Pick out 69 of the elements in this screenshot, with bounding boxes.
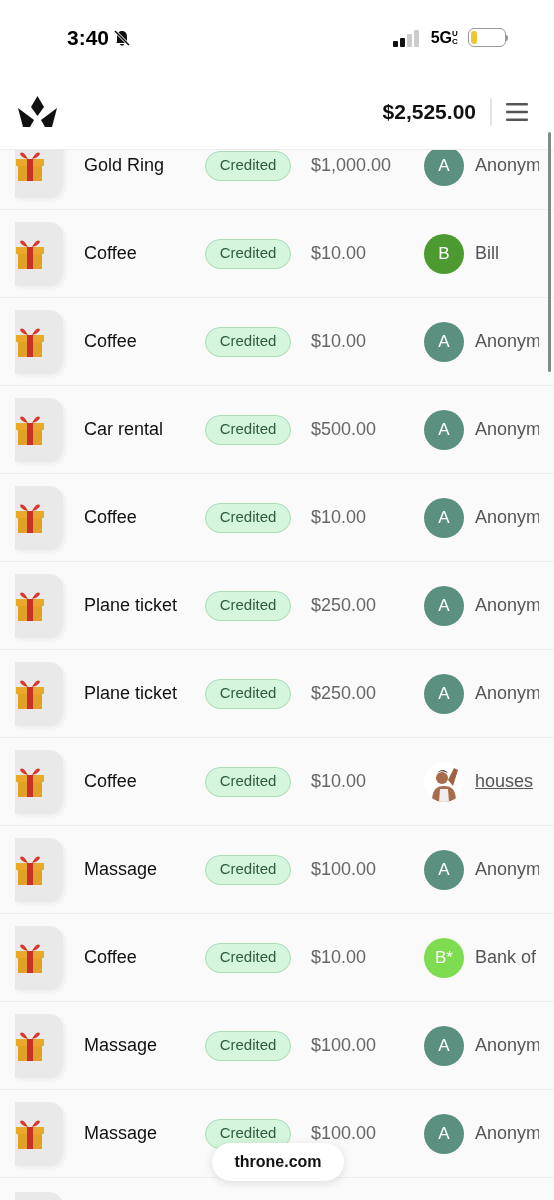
sender-name: Anonym — [475, 683, 539, 703]
status-badge: Credited — [205, 238, 291, 269]
amount: $10.00 — [311, 330, 368, 353]
status-badge: Credited — [205, 414, 291, 445]
status-badge: Credited — [205, 1030, 291, 1061]
item-name: Gold Ring — [84, 154, 166, 177]
amount: $10.00 — [311, 242, 368, 265]
sender-avatar: B* — [424, 937, 464, 978]
amount: $10.00 — [311, 770, 368, 793]
item-name: Coffee — [84, 770, 138, 793]
sender-name: Bank of — [475, 947, 537, 967]
sender-name: Anonym — [475, 155, 539, 175]
sender-name: Anonym — [475, 331, 539, 351]
crown-logo — [18, 96, 57, 128]
balance: $2,525.00 — [382, 99, 476, 126]
sender-avatar: B — [424, 233, 464, 274]
item-name: Coffee — [84, 242, 138, 265]
sender-name: Anonym — [475, 1035, 539, 1055]
sender-avatar: A — [424, 321, 464, 362]
amount: $250.00 — [311, 682, 378, 705]
status-badge: Credited — [205, 590, 291, 621]
status-badge: Credited — [205, 942, 291, 973]
sender-name: Anonym — [475, 859, 539, 879]
status-badge: Credited — [205, 326, 291, 357]
gift-icon — [15, 150, 45, 182]
sender-avatar: A — [424, 673, 464, 714]
amount: $500.00 — [311, 418, 378, 441]
amount: $100.00 — [311, 858, 378, 881]
signal-icon — [392, 28, 421, 47]
status-badge: Credited — [205, 766, 291, 797]
status-time: 3:40 — [67, 24, 110, 51]
status-badge: Credited — [205, 502, 291, 533]
item-name: Plane ticket — [84, 594, 179, 617]
sender-name: Anonym — [475, 595, 539, 615]
item-name: Plane ticket — [84, 682, 179, 705]
amount: $250.00 — [311, 594, 378, 617]
amount: $100.00 — [311, 1122, 378, 1145]
sender-name: Bill — [475, 243, 499, 263]
item-name: Massage — [84, 858, 159, 881]
sender-avatar: A — [424, 1025, 464, 1066]
battery-icon — [468, 28, 508, 47]
sender-avatar: A — [424, 150, 464, 186]
sender-name: Anonym — [475, 507, 539, 527]
sender-avatar: A — [424, 849, 464, 890]
status-badge: Credited — [205, 854, 291, 885]
item-name: Car rental — [84, 418, 165, 441]
amount: $10.00 — [311, 946, 368, 969]
sender-avatar: A — [424, 409, 464, 450]
item-name: Massage — [84, 1122, 159, 1145]
muted-bell-icon — [113, 28, 132, 47]
network-label: 5G — [430, 27, 452, 48]
status-badge: Credited — [205, 150, 291, 181]
network-suffix: UC — [452, 29, 458, 46]
amount: $10.00 — [311, 506, 368, 529]
sender-avatar: A — [424, 497, 464, 538]
item-name: Massage — [84, 1034, 159, 1057]
sender-link[interactable]: houses — [475, 771, 534, 791]
sender-name: Anonym — [475, 419, 539, 439]
sender-avatar: A — [424, 585, 464, 626]
url-pill[interactable]: throne.com — [212, 1143, 344, 1181]
amount: $1,000.00 — [311, 154, 393, 177]
sender-avatar: A — [424, 1113, 464, 1154]
item-name: Coffee — [84, 330, 138, 353]
item-name: Coffee — [84, 946, 138, 969]
status-badge: Credited — [205, 678, 291, 709]
item-name: Coffee — [84, 506, 138, 529]
menu-icon[interactable] — [506, 103, 528, 121]
sender-name: Anonym — [475, 1123, 539, 1143]
amount: $100.00 — [311, 1034, 378, 1057]
